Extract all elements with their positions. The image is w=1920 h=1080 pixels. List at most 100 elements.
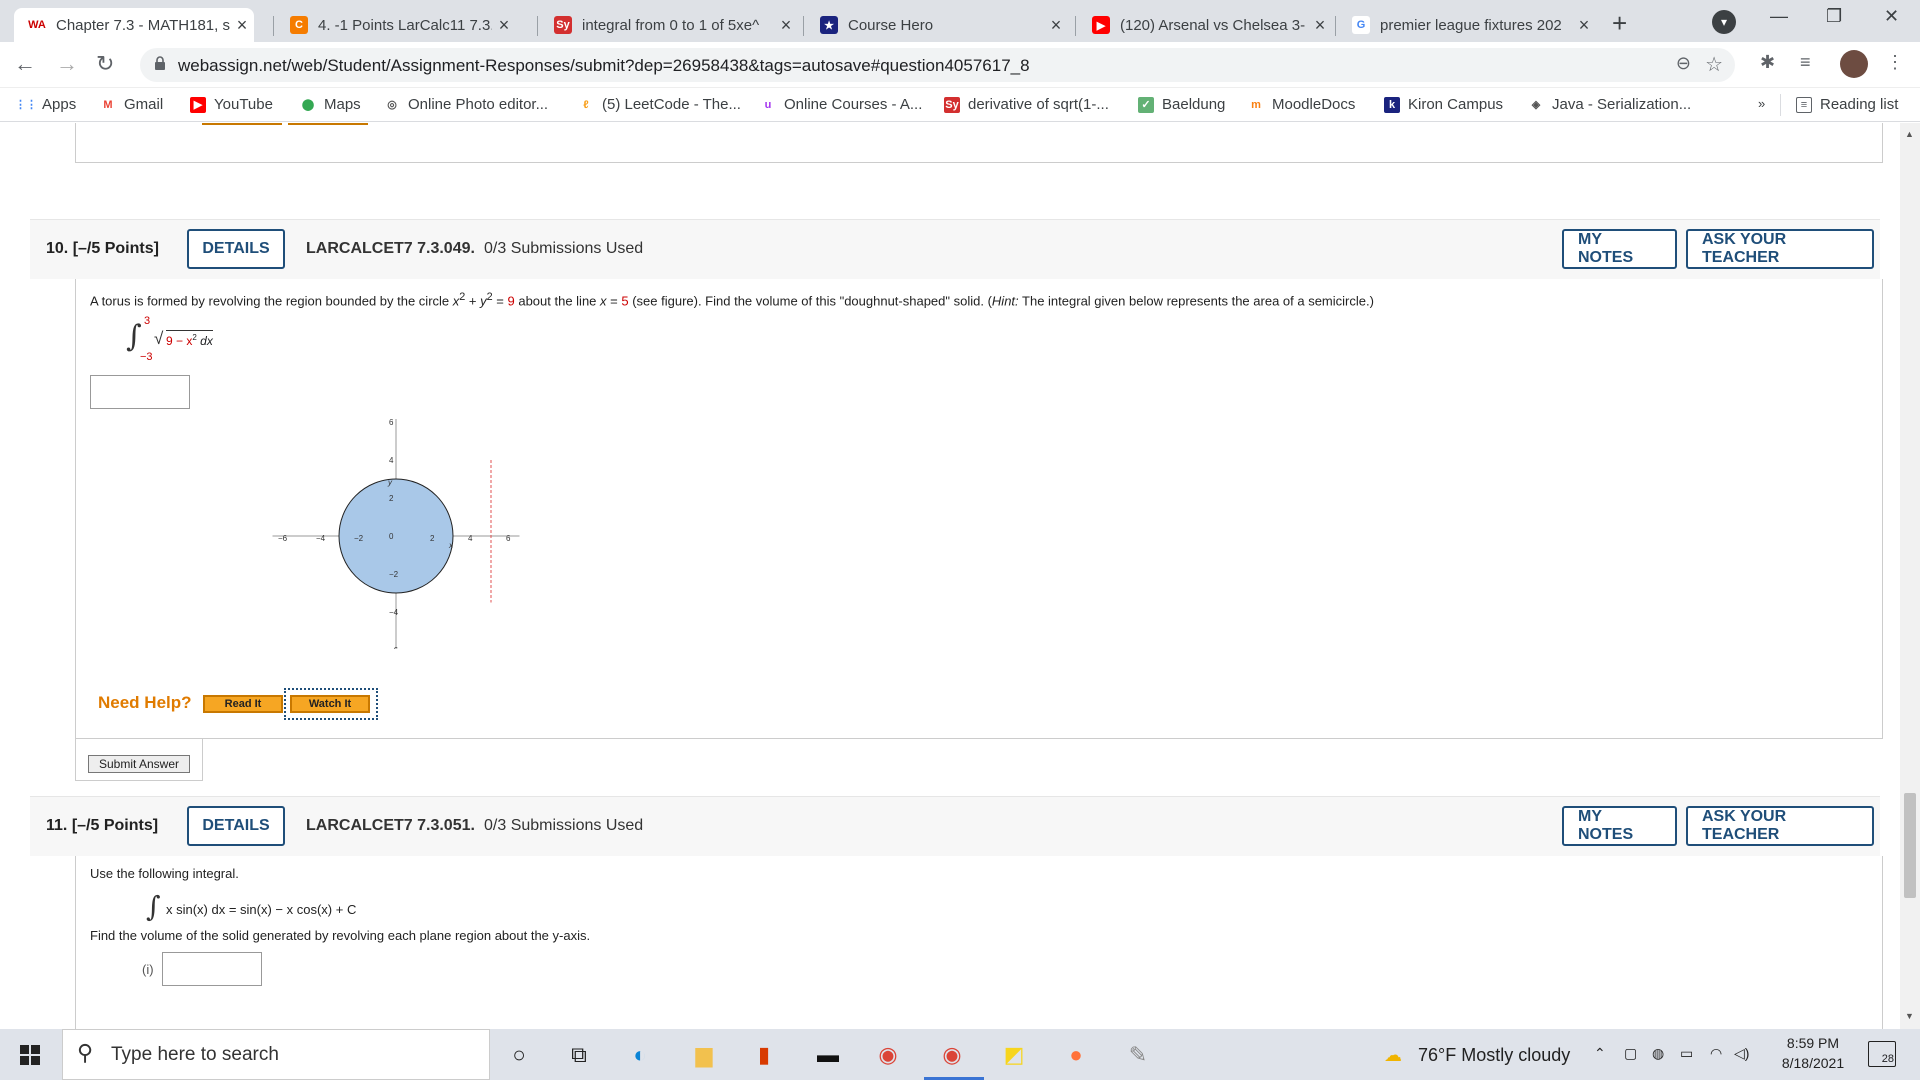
cortana-icon[interactable]: ○ (503, 1039, 535, 1071)
bookmark-1[interactable]: ⋮⋮ Apps (15, 96, 77, 113)
tab-4[interactable]: ★ Course Hero × (806, 8, 1068, 42)
page-scrollbar[interactable]: ▲ ▼ (1900, 123, 1920, 1029)
time: 8:59 PM (1786, 1035, 1840, 1051)
bookmark-7[interactable]: u Online Courses - A... (760, 96, 922, 113)
bookmark-8[interactable]: Sy derivative of sqrt(1-... (944, 96, 1109, 113)
bookmark-star-icon[interactable]: ☆ (1705, 52, 1723, 77)
terminal-icon[interactable]: ▬ (812, 1039, 844, 1071)
search-icon: ⚲ (77, 1040, 94, 1065)
close-tab-icon[interactable]: × (492, 15, 516, 36)
tray-chevron-icon[interactable]: ⌃ (1594, 1045, 1606, 1062)
firefox-icon[interactable]: ● (1060, 1039, 1092, 1071)
extensions-icon[interactable]: ✱ (1760, 52, 1775, 73)
zoom-icon[interactable]: ⊖ (1676, 53, 1691, 74)
close-tab-icon[interactable]: × (1044, 15, 1068, 36)
my-notes-button[interactable]: MY NOTES (1562, 806, 1677, 846)
scroll-thumb[interactable] (1904, 793, 1916, 898)
tray-device-icon[interactable]: ▢ (1624, 1045, 1637, 1062)
weather-icon: ☁ (1384, 1045, 1402, 1065)
watch-it-button[interactable]: Watch It (290, 695, 370, 713)
tab-2[interactable]: C 4. -1 Points LarCalc11 7.3.04 × (276, 8, 516, 42)
bookmark-3[interactable]: ▶ YouTube (190, 96, 273, 113)
answer-input[interactable] (90, 375, 190, 409)
paint-icon[interactable]: ✎ (1122, 1039, 1154, 1071)
bookmark-2[interactable]: M Gmail (100, 96, 163, 113)
submit-answer-button[interactable]: Submit Answer (88, 755, 190, 773)
bookmark-6[interactable]: ℓ (5) LeetCode - The... (578, 96, 741, 113)
battery-icon[interactable]: ▭ (1680, 1045, 1693, 1062)
bookmark-11[interactable]: k Kiron Campus (1384, 96, 1503, 113)
x-tick-label: 2 (430, 534, 435, 543)
clock[interactable]: 8:59 PM 8/18/2021 (1768, 1035, 1858, 1071)
menu-icon[interactable]: ⋮ (1886, 52, 1904, 73)
bookmark-10[interactable]: m MoodleDocs (1248, 96, 1355, 113)
minimize-icon[interactable]: — (1770, 6, 1788, 27)
bookmark-label: Apps (42, 96, 77, 113)
close-window-icon[interactable]: ✕ (1884, 6, 1899, 27)
wifi-icon[interactable]: ◠ (1710, 1045, 1722, 1062)
close-tab-icon[interactable]: × (230, 15, 254, 36)
tab-3[interactable]: Sy integral from 0 to 1 of 5xe^ × (540, 8, 798, 42)
close-tab-icon[interactable]: × (1572, 15, 1596, 36)
bookmark-label: Online Courses - A... (784, 96, 923, 113)
reading-list-label: Reading list (1820, 96, 1899, 113)
tray-network-icon[interactable]: ◍ (1652, 1045, 1664, 1062)
submissions-used: 0/3 Submissions Used (484, 240, 644, 257)
notification-center-icon[interactable]: 28 (1868, 1041, 1896, 1067)
kiron-icon: k (1384, 96, 1400, 113)
tab-5[interactable]: ▶ (120) Arsenal vs Chelsea 3- × (1078, 8, 1332, 42)
bookmark-4[interactable]: ⬤ Maps (300, 96, 361, 113)
forward-icon[interactable]: → (56, 51, 78, 77)
tab-6[interactable]: Gpremier league fixtures 202 × (1338, 8, 1596, 42)
date: 8/18/2021 (1781, 1055, 1845, 1071)
windows-start-icon[interactable] (20, 1045, 40, 1065)
bookmark-12[interactable]: ◈ Java - Serialization... (1528, 96, 1691, 113)
x-tick-label: 4 (468, 534, 473, 543)
windows-taskbar: ⚲ Type here to search ○ ⧉ ◐ ▆ ▮ ▬ ◉ ◉ ◩ … (0, 1029, 1920, 1080)
bookmark-label: YouTube (214, 96, 273, 113)
tab-separator (803, 16, 804, 36)
file-explorer-icon[interactable]: ▆ (688, 1039, 720, 1071)
weather-text[interactable]: 76°F Mostly cloudy (1418, 1045, 1570, 1066)
ask-teacher-button[interactable]: ASK YOUR TEACHER (1686, 229, 1874, 269)
reading-list-button[interactable]: ≡ Reading list (1796, 96, 1898, 113)
volume-icon[interactable]: ◁) (1734, 1045, 1749, 1062)
avatar[interactable] (1840, 50, 1868, 78)
search-placeholder[interactable]: Type here to search (111, 1044, 279, 1066)
my-notes-button[interactable]: MY NOTES (1562, 229, 1677, 269)
sticky-notes-icon[interactable]: ◩ (998, 1039, 1030, 1071)
ask-teacher-button[interactable]: ASK YOUR TEACHER (1686, 806, 1874, 846)
close-tab-icon[interactable]: × (1308, 15, 1332, 36)
chrome-profile-icon[interactable]: ◉ (872, 1039, 904, 1071)
new-tab-button[interactable]: + (1612, 8, 1627, 39)
more-bookmarks-icon[interactable]: » (1758, 96, 1765, 111)
read-it-button[interactable]: Read It (203, 695, 283, 713)
symbolab-icon: Sy (554, 16, 572, 34)
edge-icon[interactable]: ◐ (624, 1039, 656, 1071)
reload-icon[interactable]: ↻ (96, 51, 114, 77)
address-bar[interactable]: webassign.net/web/Student/Assignment-Res… (140, 48, 1735, 82)
tab-title: integral from 0 to 1 of 5xe^ (582, 16, 760, 34)
bookmark-9[interactable]: ✓ Baeldung (1138, 96, 1225, 113)
answer-input-i[interactable] (162, 952, 262, 986)
scroll-up-icon[interactable]: ▲ (1905, 129, 1914, 139)
integral-expression: ∫ 3 −3 √ 9 − x2 dx (126, 315, 246, 365)
close-tab-icon[interactable]: × (774, 15, 798, 36)
tab-search-icon[interactable]: ▾ (1712, 10, 1736, 34)
task-view-icon[interactable]: ⧉ (563, 1039, 595, 1071)
details-button[interactable]: DETAILS (187, 806, 285, 846)
chrome-icon[interactable]: ◉ (936, 1039, 968, 1071)
url-text[interactable]: webassign.net/web/Student/Assignment-Res… (178, 56, 1030, 76)
details-button[interactable]: DETAILS (187, 229, 285, 269)
media-icon[interactable]: ≡ (1800, 52, 1811, 73)
taskbar-search[interactable]: ⚲ Type here to search (62, 1029, 490, 1080)
master-it-button-partial[interactable] (288, 123, 368, 125)
restore-icon[interactable]: ❐ (1826, 6, 1842, 27)
tab-1[interactable]: WA Chapter 7.3 - MATH181, sec × (14, 8, 254, 42)
bookmark-label: (5) LeetCode - The... (602, 96, 741, 113)
bookmark-5[interactable]: ◎ Online Photo editor... (384, 96, 548, 113)
read-it-button-partial[interactable] (202, 123, 282, 125)
office-icon[interactable]: ▮ (748, 1039, 780, 1071)
scroll-down-icon[interactable]: ▼ (1905, 1011, 1914, 1021)
back-icon[interactable]: ← (14, 51, 36, 77)
